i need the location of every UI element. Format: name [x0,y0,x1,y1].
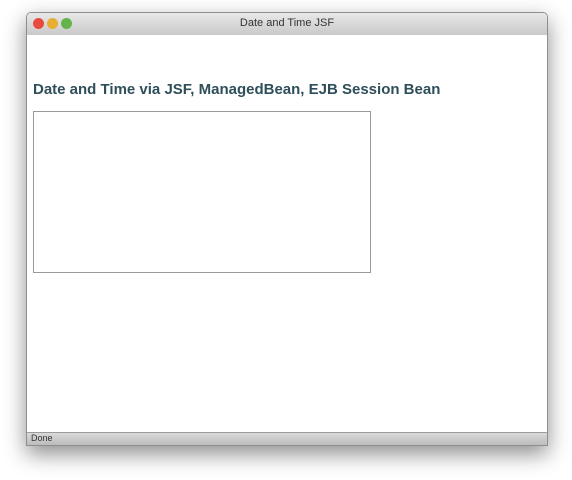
title-bar: Date and Time JSF [27,13,547,35]
browser-window: Date and Time JSF Date and Time via JSF,… [26,12,548,446]
page-heading: Date and Time via JSF, ManagedBean, EJB … [33,81,441,98]
window-title: Date and Time JSF [239,17,335,29]
status-bar: Done [27,432,547,445]
status-text: Done [31,433,53,443]
page-content: Date and Time via JSF, ManagedBean, EJB … [27,35,547,433]
date-time-form-panel [33,111,371,273]
